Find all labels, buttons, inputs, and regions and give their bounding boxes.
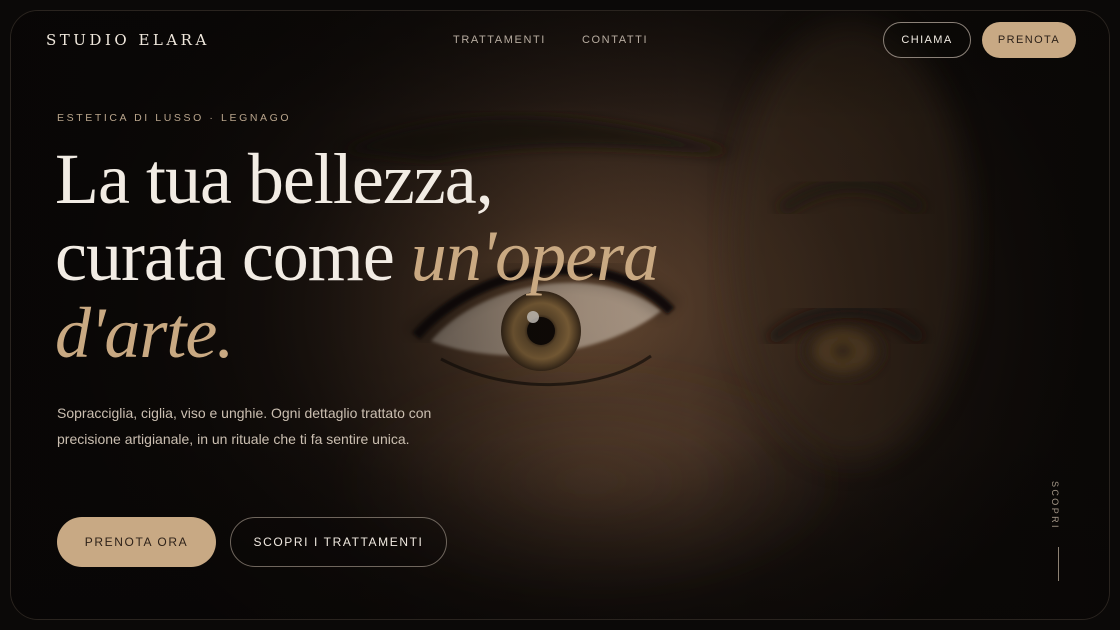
nav-links: TRATTAMENTI CONTATTI xyxy=(453,34,648,46)
headline-line-2-plain: curata come xyxy=(55,216,411,296)
book-button[interactable]: PRENOTA xyxy=(982,22,1076,58)
scroll-label: SCOPRI xyxy=(1050,481,1060,530)
scroll-indicator[interactable]: SCOPRI xyxy=(1047,481,1071,581)
scroll-line xyxy=(1058,547,1059,581)
hero-description: Sopracciglia, ciglia, viso e unghie. Ogn… xyxy=(57,405,432,447)
nav-link-contatti[interactable]: CONTATTI xyxy=(582,34,648,46)
headline-accent-2: d'arte. xyxy=(55,293,234,373)
hero-section: STUDIO ELARA TRATTAMENTI CONTATTI CHIAMA… xyxy=(10,10,1110,620)
hero-eyebrow: ESTETICA DI LUSSO · LEGNAGO xyxy=(57,112,292,124)
discover-treatments-button[interactable]: SCOPRI I TRATTAMENTI xyxy=(230,517,447,567)
brand-logo[interactable]: STUDIO ELARA xyxy=(46,31,210,49)
nav-link-trattamenti[interactable]: TRATTAMENTI xyxy=(453,34,546,46)
headline-line-1: La tua bellezza, xyxy=(55,139,494,219)
hero-headline: La tua bellezza, curata come un'opera d'… xyxy=(55,141,695,372)
top-navigation: STUDIO ELARA TRATTAMENTI CONTATTI CHIAMA… xyxy=(11,11,1109,71)
headline-accent-1: un'opera xyxy=(410,216,659,296)
headline-line-3: d'arte. xyxy=(55,295,695,372)
call-button[interactable]: CHIAMA xyxy=(883,22,971,58)
headline-line-2: curata come un'opera xyxy=(55,218,695,295)
book-now-button[interactable]: PRENOTA ORA xyxy=(57,517,216,567)
